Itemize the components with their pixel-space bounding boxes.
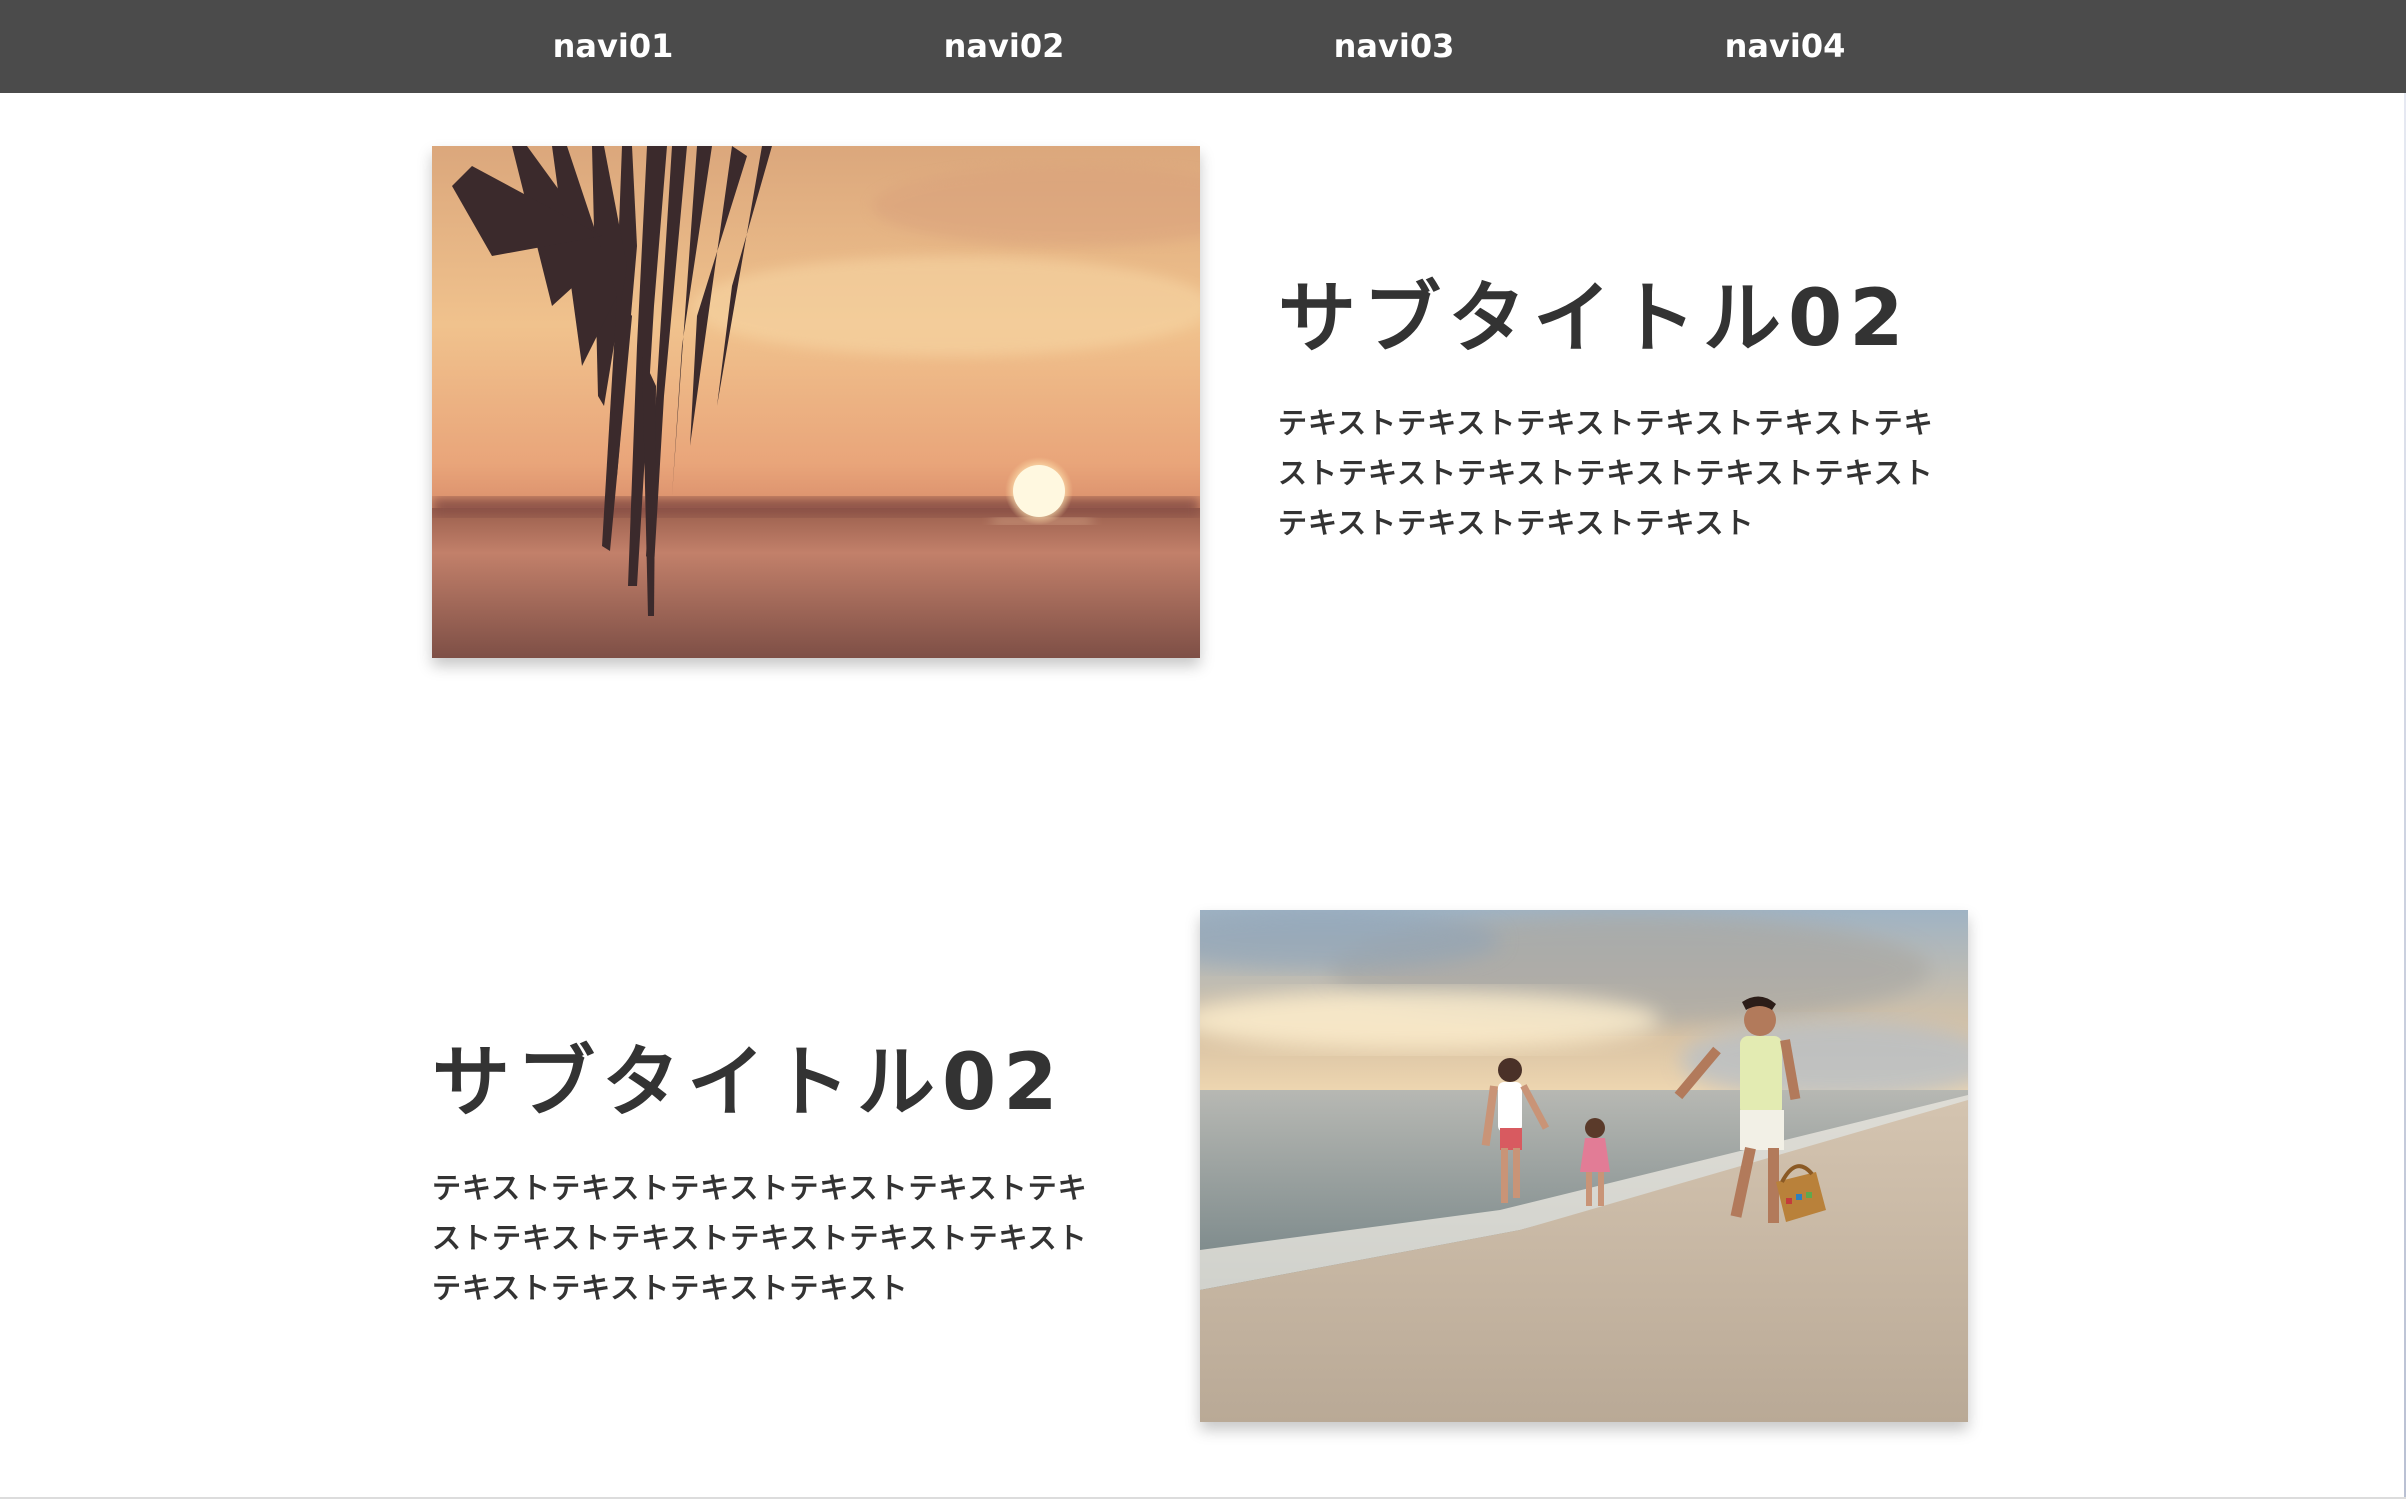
footer-divider — [0, 1497, 2406, 1499]
nav-item-navi02[interactable]: navi02 — [904, 0, 1104, 93]
sunset-palm-image — [432, 146, 1200, 658]
nav-item-navi01[interactable]: navi01 — [513, 0, 713, 93]
section-subtitle: サブタイトル02 — [432, 1038, 1065, 1128]
top-navigation: navi01 navi02 navi03 navi04 — [0, 0, 2406, 93]
section-body-text: テキストテキストテキストテキストテキストテキストテキストテキストテキストテキスト… — [1278, 406, 1934, 540]
nav-item-navi04[interactable]: navi04 — [1685, 0, 1885, 93]
sunset-palm-photo — [432, 146, 1200, 658]
family-beach-image — [1200, 910, 1968, 1422]
family-beach-photo — [1200, 910, 1968, 1422]
section-subtitle: サブタイトル02 — [1278, 274, 1911, 364]
nav-item-navi03[interactable]: navi03 — [1294, 0, 1494, 93]
page: navi01 navi02 navi03 navi04 サブタイトル02 テキス… — [0, 0, 2406, 1512]
section-body-text: テキストテキストテキストテキストテキストテキストテキストテキストテキストテキスト… — [432, 1171, 1088, 1305]
